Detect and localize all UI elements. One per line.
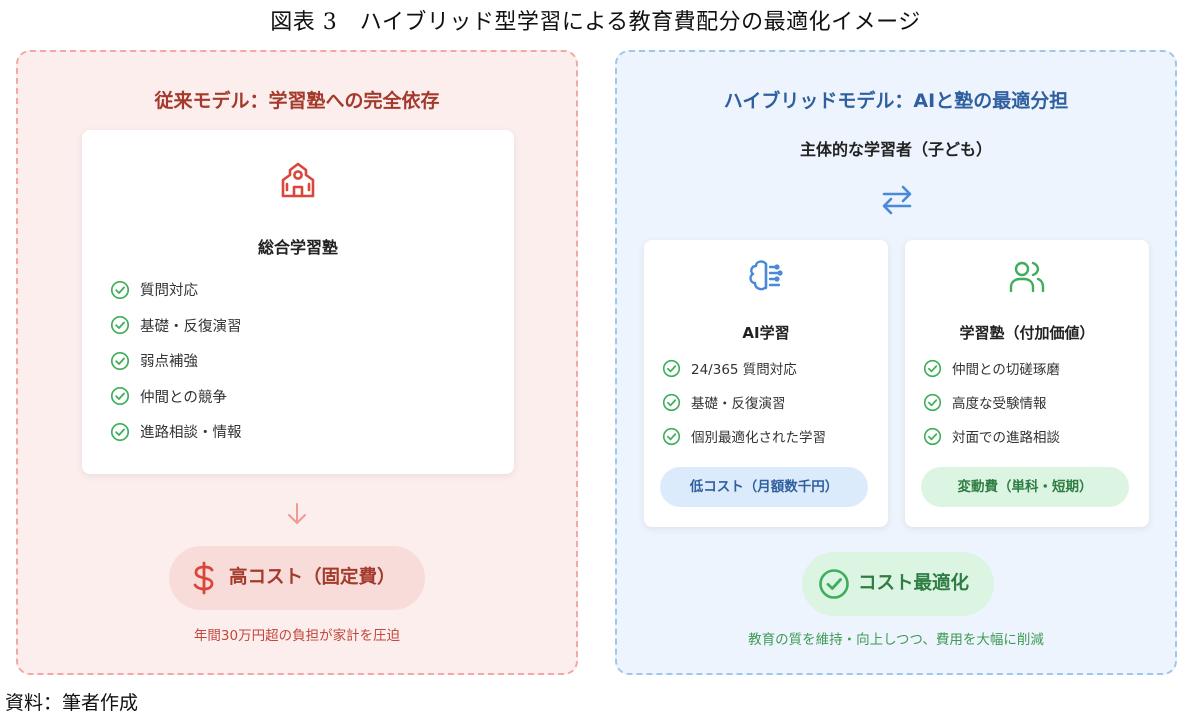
- item-label: 仲間との切磋琢磨: [952, 362, 1060, 378]
- cram-school-checklist: 質問対応 基礎・反復演習 弱点補強 仲間との競争 進路相談・情報: [110, 272, 242, 450]
- check-icon: [923, 427, 942, 445]
- ai-learning-checklist: 24/365 質問対応 基礎・反復演習 個別最適化された学習: [662, 351, 826, 453]
- hybrid-model-panel: ハイブリッドモデル：AIと塾の最適分担 主体的な学習者（子ども） AI学習 24…: [615, 50, 1177, 675]
- list-item: 質問対応: [110, 272, 242, 308]
- list-item: 進路相談・情報: [110, 414, 242, 450]
- item-label: 基礎・反復演習: [691, 396, 786, 412]
- list-item: 仲間との切磋琢磨: [923, 351, 1060, 385]
- check-icon: [662, 427, 681, 445]
- cram-school-value-card: 学習塾（付加価値） 仲間との切磋琢磨 高度な受験情報 対面での進路相談 変動費（…: [905, 240, 1149, 527]
- list-item: 高度な受験情報: [923, 385, 1060, 419]
- item-label: 高度な受験情報: [952, 396, 1047, 412]
- item-label: 対面での進路相談: [952, 430, 1060, 446]
- arrows-left-right-icon: [879, 182, 915, 222]
- item-label: 弱点補強: [140, 354, 198, 371]
- item-label: 基礎・反復演習: [140, 318, 242, 335]
- dollar-icon: [193, 561, 214, 595]
- check-icon: [662, 359, 681, 377]
- cram-school-value-checklist: 仲間との切磋琢磨 高度な受験情報 対面での進路相談: [923, 351, 1060, 453]
- list-item: 基礎・反復演習: [662, 385, 826, 419]
- list-item: 基礎・反復演習: [110, 308, 242, 344]
- school-building-icon: [278, 160, 318, 204]
- ai-learning-title: AI学習: [742, 324, 790, 342]
- variable-cost-pill: 変動費（単科・短期）: [921, 467, 1129, 507]
- check-icon: [662, 393, 681, 411]
- list-item: 弱点補強: [110, 343, 242, 379]
- list-item: 仲間との競争: [110, 379, 242, 415]
- check-circle-icon: [819, 569, 849, 599]
- high-cost-label: 高コスト（固定費）: [229, 567, 396, 588]
- figure-title: 図表 3 ハイブリッド型学習による教育費配分の最適化イメージ: [270, 10, 921, 35]
- cost-optimization-caption: 教育の質を維持・向上しつつ、費用を大幅に削減: [748, 632, 1044, 648]
- item-label: 個別最適化された学習: [691, 430, 826, 446]
- learner-subtitle: 主体的な学習者（子ども）: [799, 140, 992, 159]
- brain-icon: [746, 258, 786, 300]
- cram-school-title: 総合学習塾: [257, 238, 338, 257]
- arrow-down-icon: [286, 502, 308, 530]
- cram-school-card: 総合学習塾 質問対応 基礎・反復演習 弱点補強 仲間との競争 進路相談・情報: [82, 130, 514, 474]
- check-icon: [923, 393, 942, 411]
- users-icon: [1007, 258, 1047, 300]
- list-item: 24/365 質問対応: [662, 351, 826, 385]
- check-icon: [110, 387, 130, 406]
- check-icon: [923, 359, 942, 377]
- ai-learning-card: AI学習 24/365 質問対応 基礎・反復演習 個別最適化された学習 低コスト…: [644, 240, 888, 527]
- right-panel-title: ハイブリッドモデル：AIと塾の最適分担: [723, 90, 1069, 112]
- check-icon: [110, 280, 130, 299]
- list-item: 個別最適化された学習: [662, 419, 826, 453]
- item-label: 質問対応: [140, 283, 198, 300]
- cram-school-value-title: 学習塾（付加価値）: [959, 324, 1095, 342]
- item-label: 24/365 質問対応: [691, 362, 797, 378]
- traditional-model-panel: 従来モデル：学習塾への完全依存 総合学習塾 質問対応 基礎・反復演習 弱点補強 …: [16, 50, 578, 675]
- source-note: 資料：筆者作成: [5, 692, 139, 714]
- check-icon: [110, 351, 130, 370]
- item-label: 仲間との競争: [140, 389, 227, 406]
- cost-optimization-badge: コスト最適化: [802, 552, 994, 616]
- cost-optimization-label: コスト最適化: [858, 573, 970, 594]
- high-cost-badge: 高コスト（固定費）: [169, 546, 425, 610]
- left-panel-title: 従来モデル：学習塾への完全依存: [154, 90, 440, 112]
- check-icon: [110, 422, 130, 441]
- item-label: 進路相談・情報: [140, 425, 242, 442]
- high-cost-caption: 年間30万円超の負担が家計を圧迫: [193, 628, 401, 644]
- check-icon: [110, 316, 130, 335]
- list-item: 対面での進路相談: [923, 419, 1060, 453]
- low-cost-pill: 低コスト（月額数千円）: [660, 467, 868, 507]
